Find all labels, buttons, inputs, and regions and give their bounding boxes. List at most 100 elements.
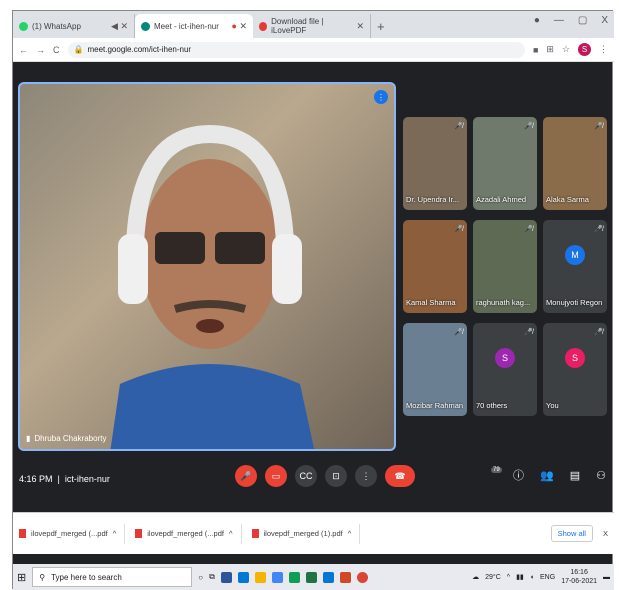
ilovepdf-icon <box>259 21 268 31</box>
activities-icon[interactable]: ⚇ <box>596 469 606 482</box>
minimize-button[interactable]: — <box>554 15 564 26</box>
mic-off-button[interactable]: 🎤 <box>235 465 257 487</box>
participant-name: raghunath kag... <box>476 298 531 307</box>
window-controls: ● — ▢ X <box>534 15 608 26</box>
maximize-button[interactable]: ▢ <box>578 15 587 26</box>
participant-tile[interactable]: 🎤̸ raghunath kag... <box>473 220 537 313</box>
chevron-up-icon[interactable]: ^ <box>348 529 352 538</box>
leave-call-button[interactable]: ☎ <box>385 465 415 487</box>
meet-icon <box>141 21 150 31</box>
profile-dot-icon[interactable]: ● <box>534 15 540 26</box>
pin-icon: ▮ <box>26 434 31 443</box>
close-icon[interactable]: X <box>603 529 608 538</box>
info-icon[interactable]: ⓘ <box>513 467 524 483</box>
menu-icon[interactable]: ⋮ <box>599 44 608 55</box>
tab-whatsapp[interactable]: (1) WhatsApp ◀ ✕ <box>13 14 135 38</box>
camera-off-button[interactable]: ▭ <box>265 465 287 487</box>
pdf-icon <box>135 529 143 538</box>
mic-off-icon: 🎤̸ <box>454 123 463 130</box>
excel-icon[interactable] <box>305 571 317 583</box>
cortana-icon[interactable]: ○ <box>198 573 203 582</box>
side-controls: ⓘ 👥 79 ▤ ⚇ <box>491 466 606 483</box>
participant-name: Mozibar Rahman <box>406 401 464 410</box>
weather-icon: ☁ <box>472 574 480 581</box>
participant-tile[interactable]: 🎤̸ Mozibar Rahman <box>403 323 467 416</box>
mail-icon[interactable] <box>322 571 334 583</box>
app-icon[interactable] <box>271 571 283 583</box>
task-view-icon[interactable]: ⧉ <box>209 572 215 582</box>
show-all-button[interactable]: Show all <box>550 525 593 542</box>
participant-tile[interactable]: S 🎤̸ You <box>543 323 607 416</box>
avatar: S <box>495 348 515 369</box>
file-explorer-icon[interactable] <box>254 571 266 583</box>
meeting-code: ict-ihen-nur <box>64 474 110 484</box>
url-field[interactable]: 🔒 meet.google.com/ict-ihen-nur <box>67 41 525 58</box>
word-icon[interactable] <box>220 571 232 583</box>
avatar: S <box>565 348 585 369</box>
search-icon: ⚲ <box>39 572 46 582</box>
meeting-time: 4:16 PM <box>19 474 53 484</box>
address-bar: ← → C 🔒 meet.google.com/ict-ihen-nur ■ ⊞… <box>13 38 614 62</box>
people-button[interactable]: 👥 79 <box>491 466 554 482</box>
download-item[interactable]: ilovepdf_merged (...pdf ^ <box>19 523 126 544</box>
chevron-up-icon[interactable]: ^ <box>113 529 117 538</box>
download-item[interactable]: ilovepdf_merged (1).pdf ^ <box>251 523 361 544</box>
more-options-button[interactable]: ⋮ <box>355 465 377 487</box>
meeting-controls-bar: 4:16 PM | ict-ihen-nur 🎤 ▭ CC ⊡ ⋮ ☎ ⓘ 👥 7… <box>13 459 614 499</box>
app-icon[interactable] <box>288 571 300 583</box>
close-icon[interactable]: ● ✕ <box>232 21 247 32</box>
close-window-button[interactable]: X <box>601 15 608 26</box>
present-button[interactable]: ⊡ <box>325 465 347 487</box>
mic-off-icon: 🎤̸ <box>594 123 603 130</box>
tab-meet[interactable]: Meet - ict-ihen-nur ● ✕ <box>135 14 253 38</box>
download-item[interactable]: ilovepdf_merged (...pdf ^ <box>135 523 242 544</box>
participant-tile[interactable]: 🎤̸ Azadali Ahmed <box>473 117 537 210</box>
volume-icon[interactable]: ◖ <box>530 574 534 581</box>
participant-tile[interactable]: 🎤̸ Kamal Sharma <box>403 220 467 313</box>
pdf-icon <box>251 529 259 538</box>
chevron-up-icon[interactable]: ^ <box>229 529 233 538</box>
speaking-indicator-icon: ⋮ <box>374 90 388 104</box>
speaker-video <box>110 124 315 449</box>
call-controls: 🎤 ▭ CC ⊡ ⋮ ☎ <box>235 465 415 487</box>
notification-icon[interactable]: ▬ <box>603 574 610 581</box>
mic-off-icon: 🎤̸ <box>594 226 603 233</box>
main-video-tile[interactable]: ⋮ ▮ Dhruba Chakraborty <box>18 82 396 451</box>
star-icon[interactable]: ☆ <box>562 44 570 55</box>
participant-name: Alaka Sarma <box>546 195 589 204</box>
whatsapp-icon <box>19 21 28 31</box>
chat-icon[interactable]: ▤ <box>570 469 580 482</box>
taskbar: ⊞ ⚲ Type here to search ○ ⧉ ☁ 29°C ^ ▮▮ … <box>13 564 614 590</box>
participant-name: Monujyoti Regon <box>546 298 603 307</box>
chevron-up-icon[interactable]: ^ <box>507 574 510 581</box>
participant-tile[interactable]: 🎤̸ Dr. Upendra Ir... <box>403 117 467 210</box>
forward-icon[interactable]: → <box>36 45 45 55</box>
participant-name: Kamal Sharma <box>406 298 456 307</box>
captions-button[interactable]: CC <box>295 465 317 487</box>
tab-ilovepdf[interactable]: Download file | iLovePDF ✕ <box>253 14 371 38</box>
windows-start-icon[interactable]: ⊞ <box>17 571 26 584</box>
clock[interactable]: 16:16 17-06-2021 <box>561 568 597 586</box>
network-icon[interactable]: ▮▮ <box>516 573 524 581</box>
avatar[interactable]: S <box>578 43 591 56</box>
chrome-icon[interactable] <box>356 571 368 583</box>
edge-icon[interactable] <box>237 571 249 583</box>
pdf-icon <box>19 529 26 538</box>
main-speaker-label: ▮ Dhruba Chakraborty <box>26 434 107 443</box>
extension-icon[interactable]: ⊞ <box>546 44 554 55</box>
participant-name: Azadali Ahmed <box>476 195 527 204</box>
camera-icon[interactable]: ■ <box>533 45 538 55</box>
participant-tile[interactable]: 🎤̸ Alaka Sarma <box>543 117 607 210</box>
mic-off-icon: 🎤̸ <box>594 329 603 336</box>
system-tray: ☁ 29°C ^ ▮▮ ◖ ENG 16:16 17-06-2021 ▬ <box>472 568 610 586</box>
new-tab-button[interactable]: + <box>371 19 391 38</box>
close-icon[interactable]: ✕ <box>356 21 364 32</box>
search-input[interactable]: ⚲ Type here to search <box>32 567 193 587</box>
back-icon[interactable]: ← <box>19 45 28 55</box>
reload-icon[interactable]: C <box>53 45 60 55</box>
participant-name: Dr. Upendra Ir... <box>406 195 459 204</box>
participant-tile[interactable]: M 🎤̸ Monujyoti Regon <box>543 220 607 313</box>
app-icon[interactable] <box>339 571 351 583</box>
mute-tab-icon[interactable]: ◀ ✕ <box>111 21 128 32</box>
participant-tile[interactable]: S 🎤̸ 70 others <box>473 323 537 416</box>
